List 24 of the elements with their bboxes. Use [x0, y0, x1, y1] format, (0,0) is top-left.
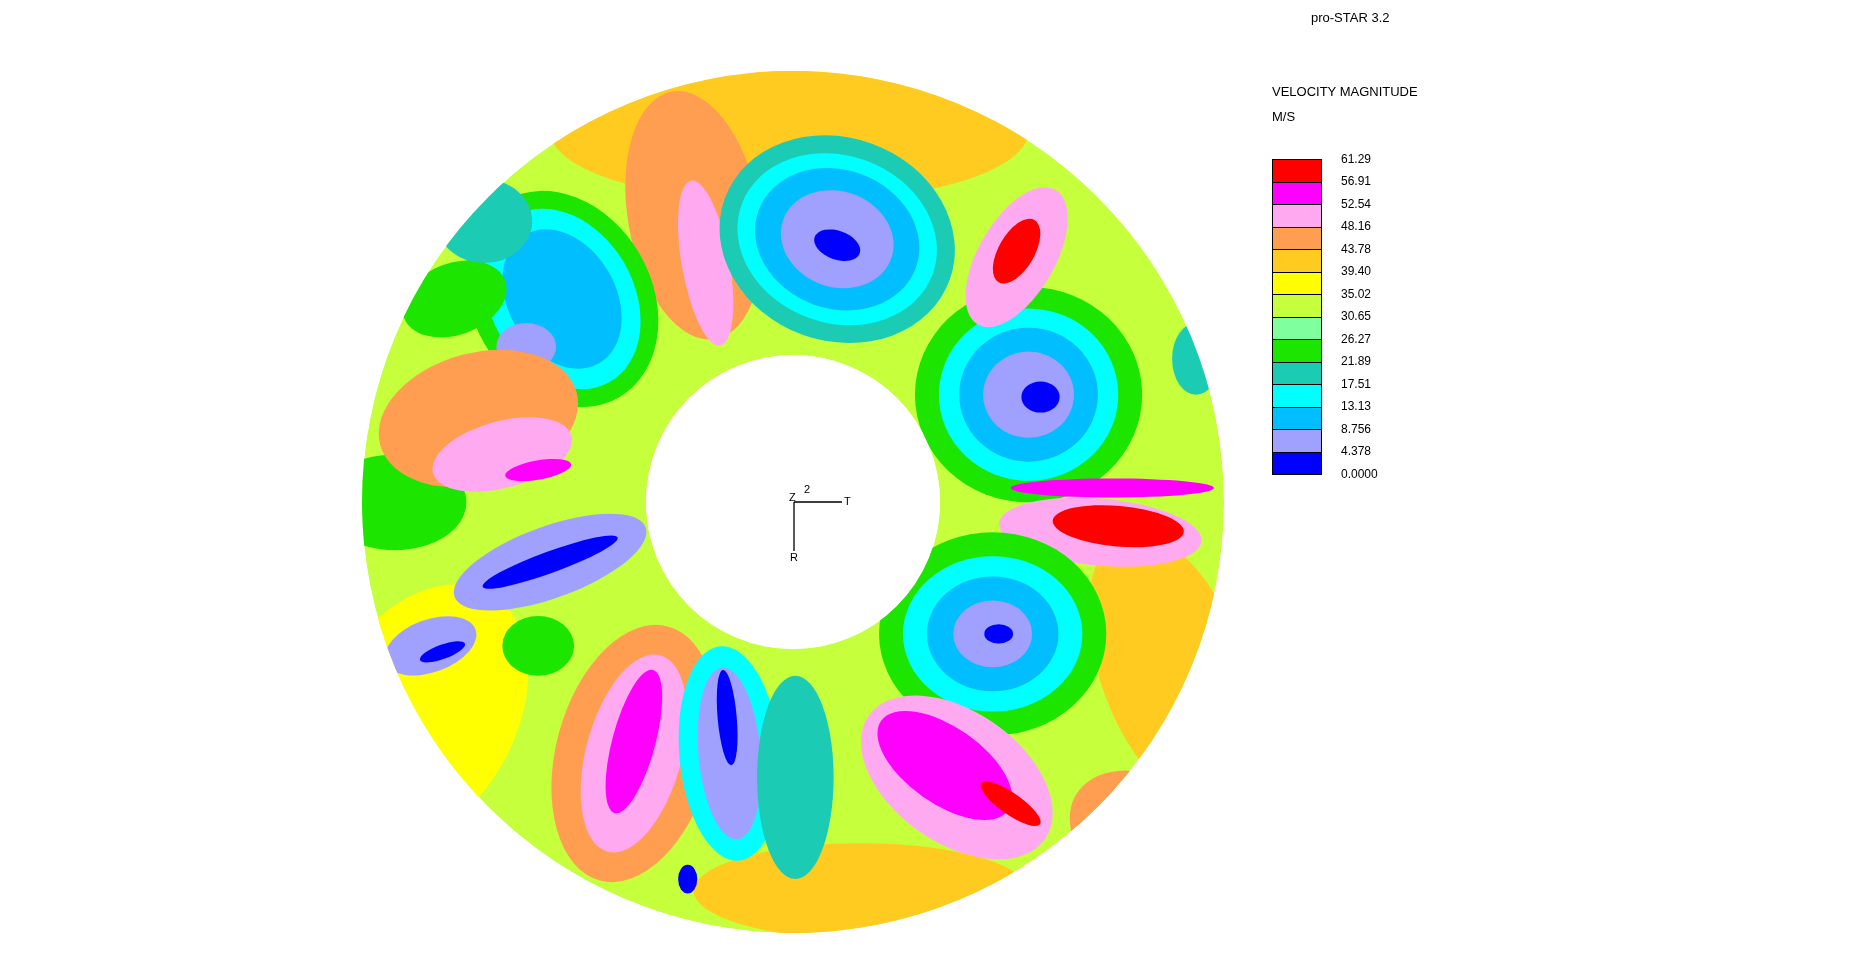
legend-value: 39.40: [1341, 263, 1373, 281]
legend-value: 17.51: [1341, 375, 1373, 393]
axis-triad-icon: [793, 501, 843, 552]
legend-value: 56.91: [1341, 173, 1373, 191]
axis-label: R: [790, 551, 798, 563]
legend-value: 26.27: [1341, 330, 1373, 348]
legend-value: 35.02: [1341, 285, 1373, 303]
legend-value: 52.54: [1341, 195, 1373, 213]
legend-value: 30.65: [1341, 308, 1373, 326]
legend-value: 43.78: [1341, 240, 1373, 258]
legend-unit: M/S: [1272, 109, 1297, 125]
axis-label: T: [844, 495, 851, 507]
legend-value: 4.378: [1341, 443, 1373, 461]
axis-label: 2: [804, 483, 811, 495]
contour-region: [678, 864, 698, 894]
legend-value: 0.0000: [1341, 465, 1378, 483]
legend-value: 8.756: [1341, 420, 1373, 438]
legend-title: VELOCITY MAGNITUDE: [1272, 84, 1418, 100]
legend-value: 13.13: [1341, 398, 1373, 416]
legend-value: 48.16: [1341, 218, 1373, 236]
legend-value: 21.89: [1341, 353, 1373, 371]
axis-label: Z: [789, 491, 796, 503]
legend-value: 61.29: [1341, 150, 1373, 168]
app-title: pro-STAR 3.2: [1311, 9, 1391, 26]
